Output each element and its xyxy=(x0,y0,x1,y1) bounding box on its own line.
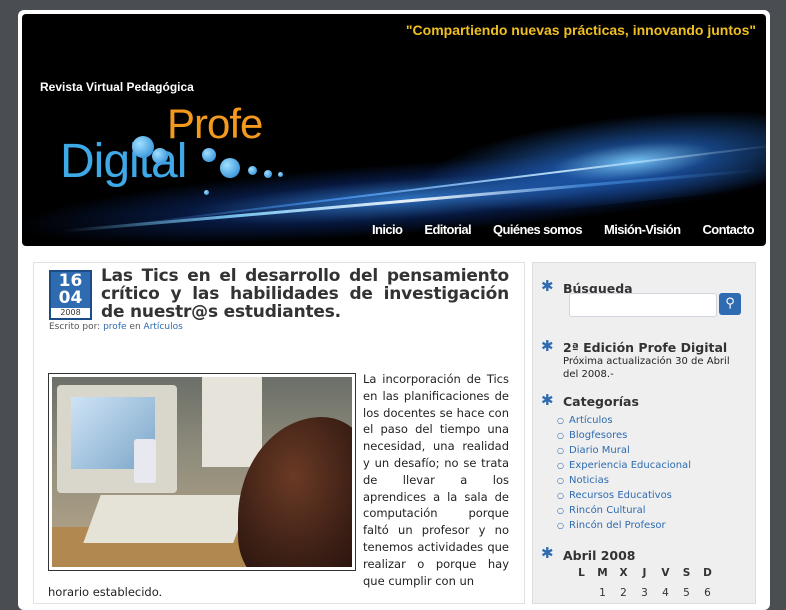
calendar-day[interactable]: 6 xyxy=(697,587,718,599)
logo-bubble xyxy=(204,190,209,195)
logo-bubble xyxy=(248,166,257,175)
edition-text: Próxima actualización 30 de Abril del 20… xyxy=(563,356,730,380)
post-date-month: 04 xyxy=(58,288,83,308)
calendar-title: Abril 2008 xyxy=(563,548,636,563)
site-tagline: "Compartiendo nuevas prácticas, innovand… xyxy=(405,22,756,38)
calendar-empty-cell xyxy=(571,587,592,599)
page-container: "Compartiendo nuevas prácticas, innovand… xyxy=(18,10,770,610)
calendar-day[interactable]: 2 xyxy=(613,587,634,599)
calendar-day[interactable]: 4 xyxy=(655,587,676,599)
student-computer-image xyxy=(52,377,352,567)
photo-keyboard xyxy=(83,495,251,543)
star-icon: ✱ xyxy=(541,277,554,295)
main-content: 16 04 2008 Las Tics en el desarrollo del… xyxy=(33,262,525,604)
nav-mision-vision[interactable]: Misión-Visión xyxy=(604,222,681,237)
header-banner: "Compartiendo nuevas prácticas, innovand… xyxy=(22,14,766,246)
byline-prefix: Escrito por: xyxy=(49,322,101,332)
post-date-year: 2008 xyxy=(51,308,90,318)
category-item[interactable]: Blogfesores xyxy=(557,428,691,443)
calendar-weekday: X xyxy=(619,567,628,579)
nav-quienes-somos[interactable]: Quiénes somos xyxy=(493,222,583,237)
post-title[interactable]: Las Tics en el desarrollo del pensamient… xyxy=(101,267,509,321)
star-icon: ✱ xyxy=(541,337,554,355)
calendar-weekday: S xyxy=(682,567,691,579)
nav-editorial[interactable]: Editorial xyxy=(424,222,471,237)
site-subtitle: Revista Virtual Pedagógica xyxy=(40,80,194,94)
calendar-weekdays: L M X J V S D xyxy=(571,567,718,579)
photo-monitor xyxy=(57,385,177,493)
logo-bubble xyxy=(152,148,168,164)
categories-list: Artículos Blogfesores Diario Mural Exper… xyxy=(557,413,691,533)
post-body-continued: horario establecido. xyxy=(48,585,163,599)
byline-mid: en xyxy=(129,322,141,332)
category-item[interactable]: Artículos xyxy=(557,413,691,428)
logo-bubble xyxy=(132,136,154,158)
nav-contacto[interactable]: Contacto xyxy=(702,222,754,237)
main-nav: Inicio Editorial Quiénes somos Misión-Vi… xyxy=(372,222,755,237)
calendar-weekday: D xyxy=(703,567,712,579)
photo-speaker xyxy=(134,439,156,483)
calendar-week-row: 1 2 3 4 5 6 xyxy=(571,587,718,599)
calendar-day[interactable]: 1 xyxy=(592,587,613,599)
photo-tower xyxy=(202,377,262,467)
author-link[interactable]: profe xyxy=(103,322,126,332)
category-item[interactable]: Experiencia Educacional xyxy=(557,458,691,473)
category-item[interactable]: Recursos Educativos xyxy=(557,488,691,503)
logo-bubble xyxy=(264,170,272,178)
category-item[interactable]: Noticias xyxy=(557,473,691,488)
search-button[interactable]: ⚲ xyxy=(719,293,741,315)
star-icon: ✱ xyxy=(541,391,554,409)
nav-inicio[interactable]: Inicio xyxy=(372,222,403,237)
calendar-day[interactable]: 5 xyxy=(676,587,697,599)
logo-bubble xyxy=(220,158,240,178)
star-icon: ✱ xyxy=(541,544,554,562)
categories-title: Categorías xyxy=(563,394,639,409)
category-item[interactable]: Diario Mural xyxy=(557,443,691,458)
calendar-weekday: J xyxy=(642,567,647,579)
post-body: La incorporación de Tics en las planific… xyxy=(363,372,509,588)
category-item[interactable]: Rincón Cultural xyxy=(557,503,691,518)
category-item[interactable]: Rincón del Profesor xyxy=(557,518,691,533)
post-byline: Escrito por: profe en Artículos xyxy=(49,322,183,332)
search-input[interactable] xyxy=(569,293,717,317)
site-logo[interactable]: Profe Digital xyxy=(52,100,312,200)
edition-title: 2ª Edición Profe Digital xyxy=(563,340,728,355)
sidebar: ✱ Búsqueda ⚲ ✱ 2ª Edición Profe Digital … xyxy=(532,262,756,604)
calendar-weekday: L xyxy=(578,567,585,579)
calendar-weekday: V xyxy=(661,567,670,579)
logo-bubble xyxy=(278,172,283,177)
post-photo xyxy=(48,373,356,571)
post-date-badge: 16 04 2008 xyxy=(49,270,92,320)
calendar-weekday: M xyxy=(597,567,608,579)
category-link[interactable]: Artículos xyxy=(144,322,183,332)
logo-bubble xyxy=(202,148,216,162)
logo-text-digital: Digital xyxy=(60,135,187,188)
calendar-day[interactable]: 3 xyxy=(634,587,655,599)
